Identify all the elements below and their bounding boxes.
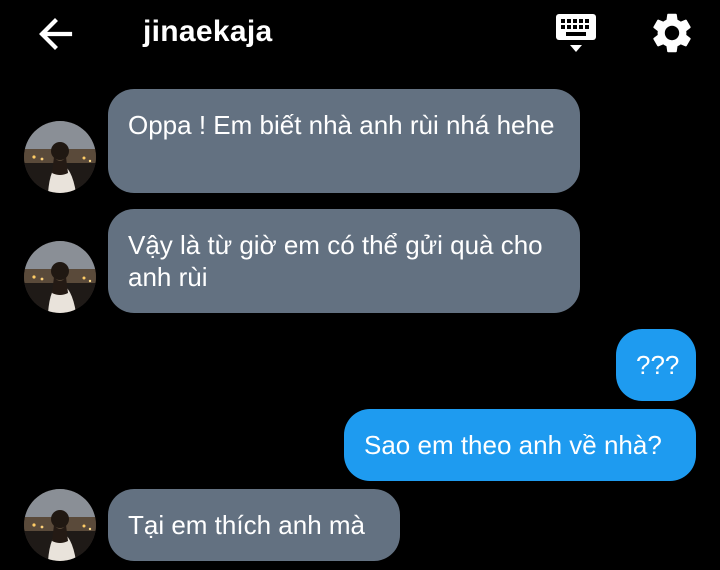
back-button[interactable] [34, 12, 78, 56]
settings-button[interactable] [648, 9, 696, 57]
message-text: Tại em thích anh mà [128, 510, 365, 540]
message-text: Sao em theo anh về nhà? [364, 430, 662, 460]
avatar[interactable] [24, 121, 96, 193]
profile-photo-icon [24, 241, 96, 313]
message-text: ??? [636, 350, 680, 380]
keyboard-button[interactable] [552, 10, 600, 56]
arrow-left-icon [39, 18, 73, 50]
incoming-message-bubble[interactable]: Tại em thích anh mà [108, 489, 400, 561]
message-text: Oppa ! Em biết nhà anh rùi nhá hehe [128, 110, 555, 140]
incoming-message-bubble[interactable]: Oppa ! Em biết nhà anh rùi nhá hehe [108, 89, 580, 193]
gear-icon [653, 13, 691, 53]
profile-photo-icon [24, 489, 96, 561]
outgoing-message-bubble[interactable]: Sao em theo anh về nhà? [344, 409, 696, 481]
chat-title: jinaekaja [143, 15, 273, 48]
avatar[interactable] [24, 489, 96, 561]
outgoing-message-bubble[interactable]: ??? [616, 329, 696, 401]
message-text: Vậy là từ giờ em có thể gửi quà cho anh … [128, 230, 543, 292]
keyboard-icon [556, 14, 596, 52]
avatar[interactable] [24, 241, 96, 313]
profile-photo-icon [24, 121, 96, 193]
chat-header: jinaekaja [0, 0, 720, 70]
incoming-message-bubble[interactable]: Vậy là từ giờ em có thể gửi quà cho anh … [108, 209, 580, 313]
